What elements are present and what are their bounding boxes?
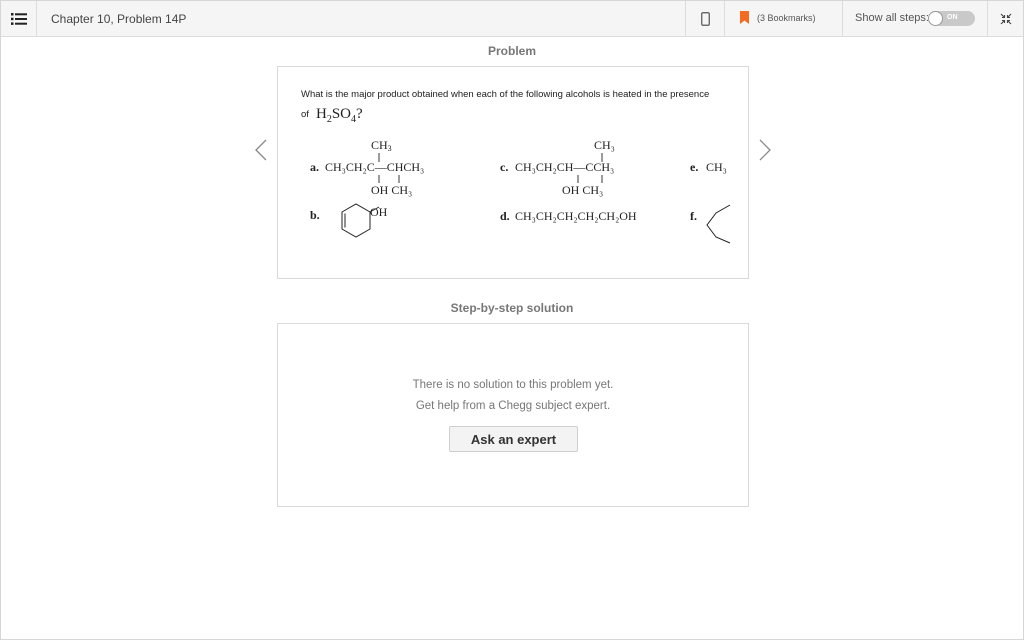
item-f-ring-fragment: [706, 204, 731, 244]
list-menu-icon: [10, 13, 27, 25]
item-e-label: e.: [690, 160, 698, 174]
toggle-state-label: ON: [947, 14, 958, 21]
item-a-label: a.: [310, 160, 319, 174]
device-view-button[interactable]: [685, 1, 725, 37]
chevron-left-icon: [255, 139, 267, 161]
toggle-knob: [928, 11, 943, 26]
problem-card: What is the major product obtained when …: [277, 66, 749, 279]
problem-heading: Problem: [487, 44, 536, 58]
solution-card: There is no solution to this problem yet…: [277, 323, 749, 507]
get-help-message: Get help from a Chegg subject expert.: [415, 400, 611, 412]
textbook-solutions-app: Chapter 10, Problem 14P (3 Bookmarks) Sh…: [0, 0, 1024, 640]
item-d-label: d.: [500, 209, 510, 223]
item-c-substituents: OH CH₃: [562, 183, 603, 197]
item-c-top-methyl: CH₃: [594, 138, 615, 152]
show-all-steps-toggle[interactable]: ON: [928, 11, 975, 26]
show-all-steps-label: Show all steps:: [855, 12, 929, 24]
item-a-main-chain: CH₃CH₂C—CHCH₃: [325, 160, 424, 174]
bookmarks-count-label: (3 Bookmarks): [757, 13, 816, 23]
item-f-label: f.: [690, 209, 697, 223]
ask-an-expert-button[interactable]: Ask an expert: [449, 426, 578, 452]
next-problem-arrow[interactable]: [755, 135, 775, 165]
expand-view-button[interactable]: [987, 1, 1023, 37]
item-b-hydroxyl: OH: [370, 205, 388, 219]
chapter-title: Chapter 10, Problem 14P: [51, 12, 187, 26]
item-a-substituents: OH CH₃: [371, 183, 412, 197]
item-a-top-methyl: CH3: [371, 138, 392, 153]
menu-button[interactable]: [1, 1, 37, 37]
alcohol-structures: a. CH3 CH₃CH₂C—CHCH₃ OH CH₃ b. OH c. CH₃…: [310, 138, 731, 244]
bookmarks-button[interactable]: (3 Bookmarks): [725, 1, 843, 37]
collapse-arrows-icon: [1000, 13, 1011, 25]
top-bar: Chapter 10, Problem 14P (3 Bookmarks) Sh…: [1, 1, 1023, 37]
previous-problem-arrow[interactable]: [251, 135, 271, 165]
no-solution-message: There is no solution to this problem yet…: [412, 379, 614, 391]
item-d-main-chain: CH₃CH₂CH₂CH₂CH₂OH: [515, 209, 637, 223]
solution-heading: Step-by-step solution: [450, 301, 574, 315]
phone-icon: [700, 12, 710, 26]
chevron-right-icon: [759, 139, 771, 161]
item-e-main-chain: CH₃: [706, 160, 727, 174]
item-c-label: c.: [500, 160, 508, 174]
item-c-main-chain: CH₃CH₂CH—CCH₃: [515, 160, 614, 174]
item-b-label: b.: [310, 208, 320, 222]
bookmark-icon: [740, 11, 749, 24]
cyclohexene-ring: [341, 203, 371, 238]
